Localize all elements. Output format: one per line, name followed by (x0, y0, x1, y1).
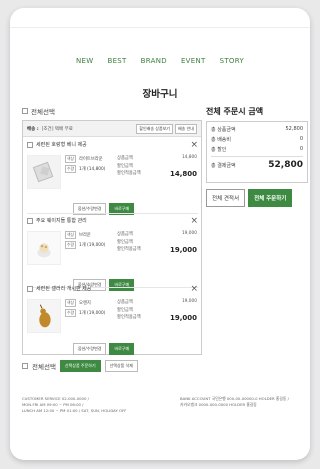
item-option: 라이트브라운 (79, 157, 103, 162)
price-label: 상품금액 (117, 300, 133, 305)
discount-label: 할인금액 (117, 163, 133, 169)
product-image[interactable] (27, 231, 61, 265)
pay-label: 할인적용금액 (117, 315, 141, 320)
nav-new[interactable]: NEW (76, 57, 93, 65)
product-image[interactable] (27, 299, 61, 333)
item-name[interactable]: 세련된 갤러리 개시판 제공 (36, 285, 91, 292)
divider (27, 213, 198, 214)
summary-value: 52,800 (285, 126, 304, 132)
item-checkbox[interactable] (27, 217, 33, 224)
main-nav: NEW BEST BRAND EVENT STORY (10, 57, 310, 65)
device-frame: NEW BEST BRAND EVENT STORY 장바구니 전체선택 배송 … (10, 8, 310, 460)
change-option-button[interactable]: 옵션/수량변경 (73, 343, 107, 355)
item-option: 오렌지 (79, 301, 91, 306)
estimate-button[interactable]: 전체 견적서 (206, 189, 246, 207)
product-image[interactable] (27, 155, 61, 189)
price-label: 상품금액 (117, 156, 133, 161)
item-name[interactable]: 주요 웨이지들 통합 관리 (36, 217, 87, 224)
bottom-actions: 전체선택 선택상품 주문하기 선택상품 삭제 (22, 360, 138, 372)
option-badge: 색상 (65, 299, 76, 307)
shipping-header: 배송 : [조건] 택배 무료 할인배송 상품보기 배송 안내 (23, 121, 201, 137)
shipping-info-button[interactable]: 배송 안내 (175, 123, 197, 134)
summary-title: 전체 주문시 금액 (206, 107, 264, 116)
item-qty: 1개 (19,000) (79, 311, 106, 316)
order-summary: 총 상품금액 52,800 총 배송비 0 총 할인 0 총 결제금액 52,800 (206, 121, 308, 183)
select-all-checkbox[interactable] (22, 363, 28, 369)
item-checkbox[interactable] (27, 141, 33, 148)
buy-now-button[interactable]: 바로구매 (109, 343, 135, 355)
discount-label: 할인금액 (117, 239, 133, 245)
select-all-label: 전체선택 (31, 108, 55, 116)
pay-label: 할인적용금액 (117, 247, 141, 252)
price-value: 19,000 (181, 231, 197, 236)
footer-bank2: 카카오뱅크 0000-000-0000 HOLDER 홍길동 (180, 402, 257, 407)
qty-badge: 수량 (65, 165, 76, 173)
total-value: 52,800 (268, 160, 303, 170)
remove-item-icon[interactable]: × (190, 284, 198, 293)
option-badge: 색상 (65, 155, 76, 163)
pay-value: 19,000 (169, 246, 197, 254)
select-all-label: 전체선택 (32, 363, 56, 371)
nav-event[interactable]: EVENT (181, 57, 206, 65)
remove-item-icon[interactable]: × (190, 216, 198, 225)
select-all-checkbox[interactable] (22, 108, 28, 114)
price-value: 19,000 (181, 299, 197, 304)
item-qty: 1개 (19,000) (79, 243, 106, 248)
footer-lunch: LUNCH AM 12:00 ~ PM 01:00 / SAT, SUN, HO… (22, 408, 127, 413)
remove-item-icon[interactable]: × (190, 140, 198, 149)
top-bar (10, 8, 310, 28)
discount-shipping-button[interactable]: 할인배송 상품보기 (136, 123, 173, 134)
nav-best[interactable]: BEST (107, 57, 126, 65)
delete-selected-button[interactable]: 선택상품 삭제 (104, 360, 138, 372)
cart-item: 주요 웨이지들 통합 관리 × 색상 브라운 수량 1개 (19,000) 상품금액… (27, 216, 198, 291)
item-checkbox[interactable] (27, 285, 33, 292)
qty-badge: 수량 (65, 309, 76, 317)
cart-item: 세련된 갤러리 개시판 제공 × 색상 오렌지 수량 1개 (19,000) 상품금… (27, 284, 198, 355)
pay-value: 14,800 (169, 170, 197, 178)
shipping-tag: [조건] 택배 무료 (41, 126, 73, 132)
summary-label: 총 할인 (211, 147, 227, 153)
nav-story[interactable]: STORY (220, 57, 244, 65)
pay-label: 할인적용금액 (117, 171, 141, 176)
discount-label: 할인금액 (117, 307, 133, 313)
summary-label: 총 배송비 (211, 137, 231, 143)
cart-item: 세련된 호랑형 베니 제공 × 색상 라이트브라운 수량 1개 (14,800) 상… (27, 140, 198, 215)
cart-list: 배송 : [조건] 택배 무료 할인배송 상품보기 배송 안내 세련된 호랑형 … (22, 120, 202, 355)
page-title: 장바구니 (142, 89, 178, 100)
order-all-button[interactable]: 전체 주문하기 (248, 189, 293, 207)
summary-value: 0 (299, 146, 303, 152)
total-label: 총 결제금액 (211, 162, 236, 169)
price-label: 상품금액 (117, 232, 133, 237)
pay-value: 19,000 (169, 314, 197, 322)
item-option: 브라운 (79, 233, 91, 238)
shipping-label: 배송 : (27, 126, 39, 132)
item-qty: 1개 (14,800) (79, 167, 106, 172)
summary-label: 총 상품금액 (211, 127, 236, 133)
order-selected-button[interactable]: 선택상품 주문하기 (59, 360, 101, 372)
price-value: 14,800 (181, 155, 197, 160)
summary-value: 0 (299, 136, 303, 142)
item-name[interactable]: 세련된 호랑형 베니 제공 (36, 141, 87, 148)
option-badge: 색상 (65, 231, 76, 239)
nav-brand[interactable]: BRAND (141, 57, 167, 65)
select-all-top[interactable]: 전체선택 (22, 106, 55, 116)
qty-badge: 수량 (65, 241, 76, 249)
